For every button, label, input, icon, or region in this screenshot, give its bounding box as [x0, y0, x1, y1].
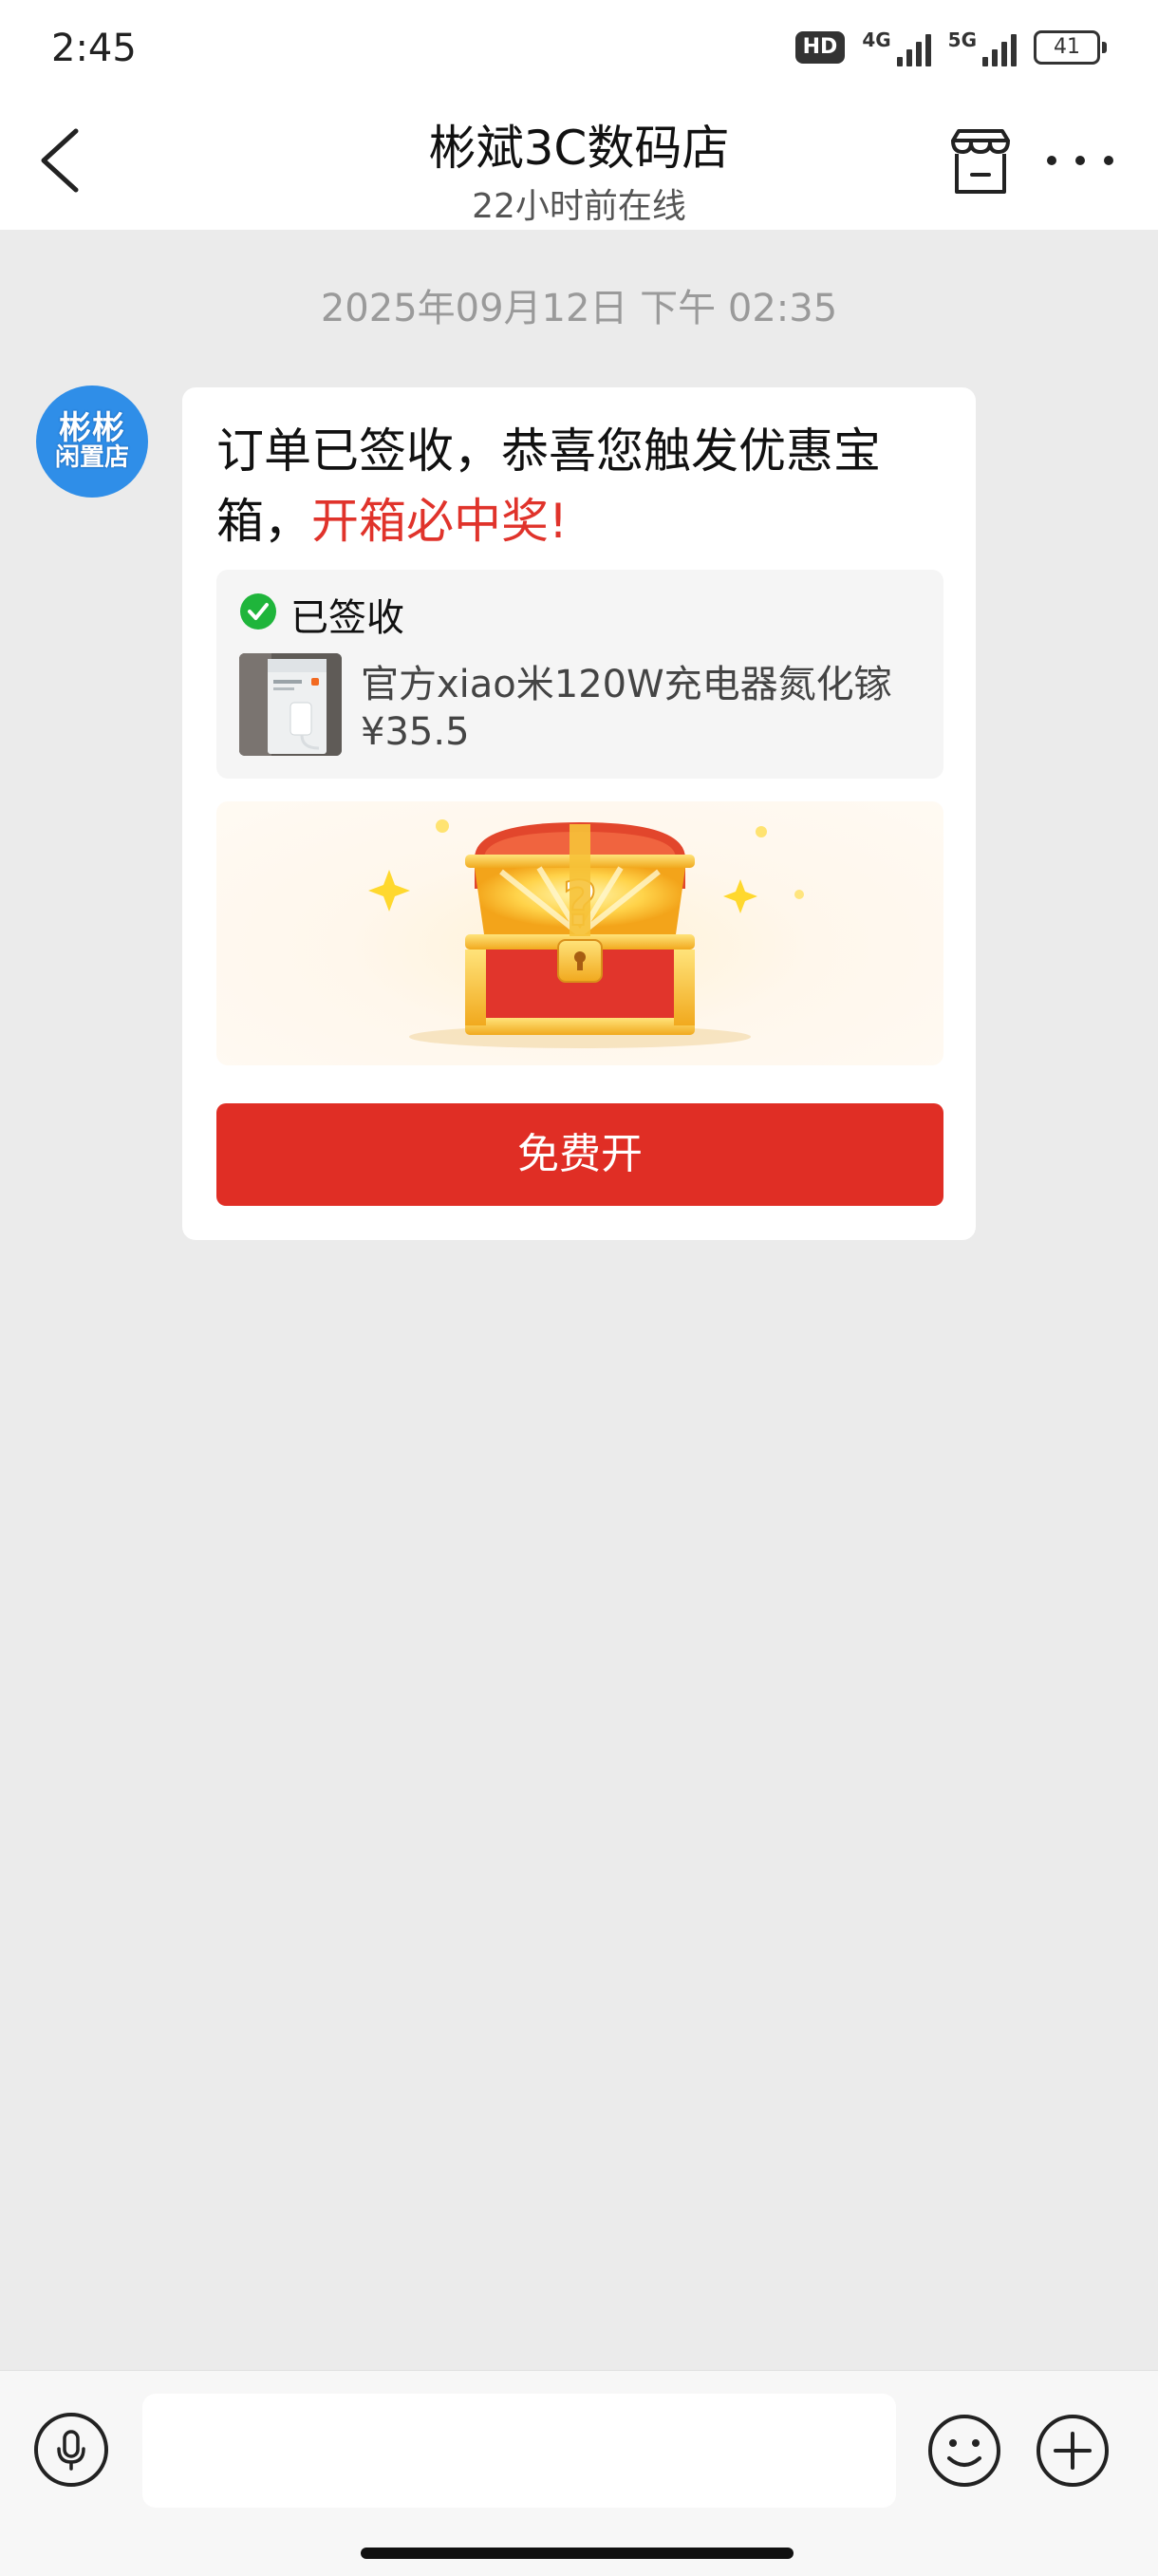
store-icon[interactable] [945, 127, 1016, 197]
avatar-text-line2: 闲置店 [54, 443, 129, 473]
order-card[interactable]: 已签收 官方xiao米120W充电器氮化镓 ¥35.5 [216, 570, 943, 779]
order-status: 已签收 [290, 596, 404, 640]
product-price: ¥35.5 [361, 710, 470, 754]
treasure-chest-banner[interactable]: ? [216, 801, 943, 1065]
product-thumbnail [239, 653, 342, 756]
more-icon[interactable] [1042, 146, 1118, 175]
plus-icon[interactable] [1035, 2413, 1111, 2489]
message-timestamp: 2025年09月12日 下午 02:35 [320, 287, 838, 330]
shop-avatar[interactable]: 彬彬 闲置店 [36, 385, 148, 498]
message-text-highlight: 开箱必中奖! [311, 494, 569, 549]
signal-4g-icon: 4G [862, 28, 931, 66]
message-input[interactable] [142, 2394, 896, 2508]
avatar-text-line1: 彬彬 [59, 408, 125, 447]
emoji-icon[interactable] [926, 2413, 1002, 2489]
message-text: 订单已签收，恭喜您触发优惠宝箱，开箱必中奖! [216, 416, 947, 556]
battery-level: 41 [1034, 30, 1100, 65]
network-label-5g: 5G [947, 28, 977, 51]
product-name: 官方xiao米120W充电器氮化镓 [361, 663, 892, 706]
home-indicator[interactable] [361, 2548, 794, 2559]
status-bar: 2:45 HD 4G 5G 41 [0, 0, 1158, 104]
battery-icon: 41 [1034, 30, 1107, 65]
signal-5g-icon: 5G [948, 28, 1017, 66]
hd-badge: HD [794, 31, 846, 64]
free-open-button[interactable]: 免费开 [216, 1103, 943, 1206]
status-time: 2:45 [51, 27, 137, 70]
chat-input-bar [0, 2370, 1158, 2576]
chat-header: 彬斌3C数码店 22小时前在线 [0, 104, 1158, 230]
network-label-4g: 4G [862, 28, 891, 51]
check-icon [240, 593, 276, 630]
voice-input-button[interactable] [34, 2413, 108, 2487]
mic-icon [57, 2430, 85, 2471]
message-card: 订单已签收，恭喜您触发优惠宝箱，开箱必中奖! 已签收 官方xiao米120W充电… [182, 387, 976, 1240]
status-icons: HD 4G 5G 41 [794, 28, 1107, 66]
treasure-chest-icon: ? [368, 819, 804, 1048]
